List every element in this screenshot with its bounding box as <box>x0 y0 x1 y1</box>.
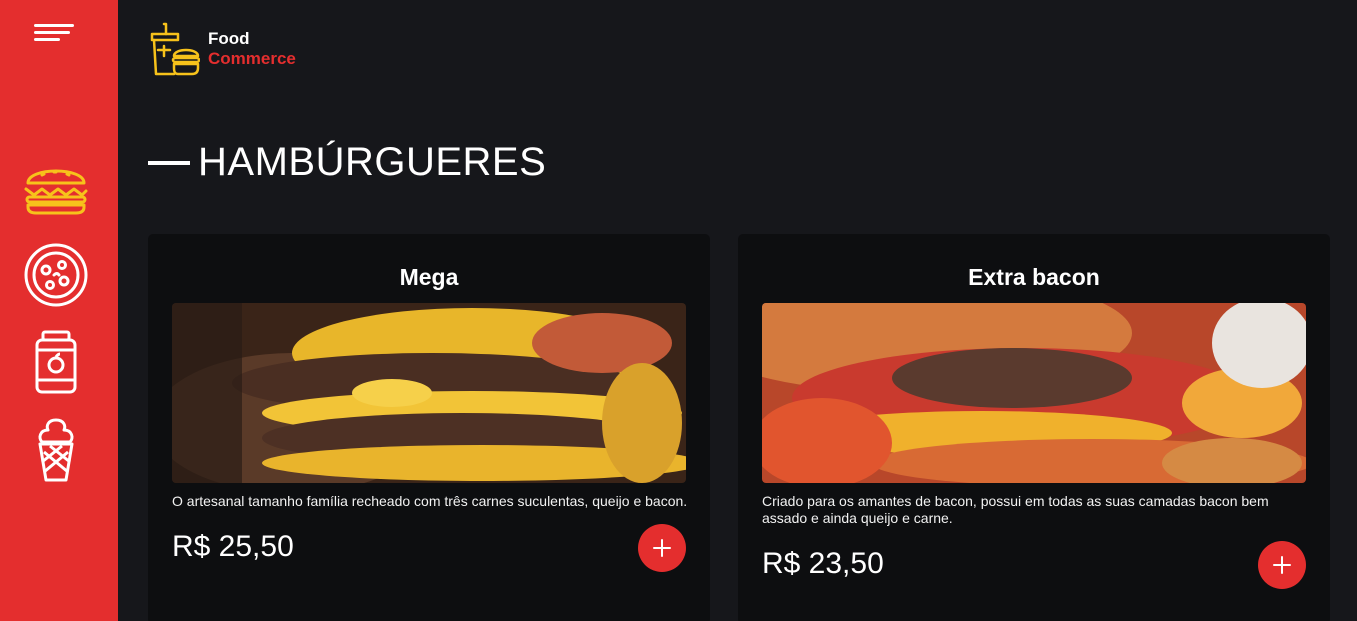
sidebar-item-drinks[interactable] <box>20 327 92 399</box>
section-heading: HAMBÚRGUERES <box>148 140 546 185</box>
product-image <box>762 303 1306 483</box>
product-name: Mega <box>399 264 459 290</box>
ice-cream-icon <box>38 418 74 482</box>
brand-line1: Food <box>208 29 250 48</box>
add-to-cart-button[interactable] <box>638 524 686 572</box>
brand-line2: Commerce <box>208 49 296 68</box>
brand-logo[interactable]: Food Commerce <box>148 22 296 76</box>
sidebar <box>0 0 118 621</box>
product-description: O artesanal tamanho família recheado com… <box>172 493 688 509</box>
page-title: HAMBÚRGUERES <box>198 140 547 184</box>
soda-can-icon <box>35 330 77 394</box>
add-to-cart-button[interactable] <box>1258 541 1306 589</box>
product-name: Extra bacon <box>968 264 1100 290</box>
plus-icon <box>653 539 671 557</box>
menu-icon[interactable] <box>34 24 78 46</box>
product-price: R$ 23,50 <box>762 547 884 580</box>
sidebar-item-pizzas[interactable] <box>20 239 92 311</box>
product-description: Criado para os amantes de bacon, possui … <box>762 493 1269 526</box>
sidebar-item-desserts[interactable] <box>20 414 92 486</box>
main-content: Food Commerce HAMBÚRGUERES Mega O artesa… <box>118 0 1357 621</box>
heading-dash <box>148 160 190 165</box>
pizza-icon <box>24 243 88 307</box>
food-commerce-logo-icon <box>150 22 200 76</box>
burger-icon <box>24 169 88 215</box>
plus-icon <box>1273 556 1291 574</box>
product-card: Extra bacon Criado para os amantes de ba… <box>738 234 1330 621</box>
product-price: R$ 25,50 <box>172 530 294 563</box>
product-image <box>172 303 686 483</box>
sidebar-item-burgers[interactable] <box>20 152 92 224</box>
product-card: Mega O artesanal tamanho família rechead… <box>148 234 710 621</box>
